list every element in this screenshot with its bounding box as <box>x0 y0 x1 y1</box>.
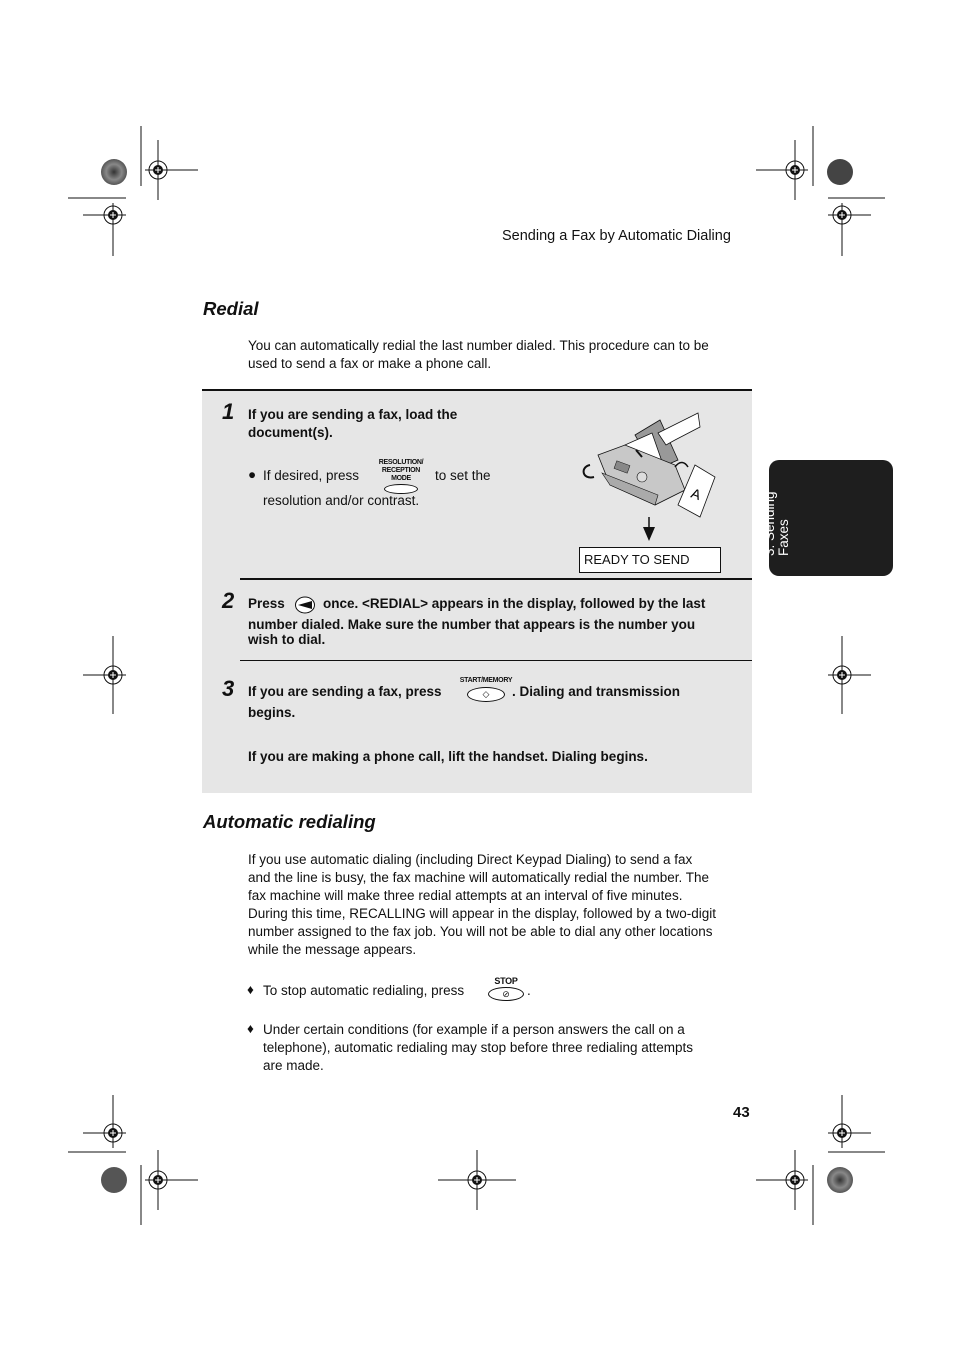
stop-button: STOP ⊘ <box>486 976 526 1001</box>
paragraph-line: while the message appears. <box>248 942 417 957</box>
lcd-display: READY TO SEND <box>579 547 721 573</box>
button-label: START/MEMORY <box>459 677 513 684</box>
paragraph-line: If you use automatic dialing (including … <box>248 852 693 867</box>
running-header: Sending a Fax by Automatic Dialing <box>502 228 731 244</box>
steps-top-rule <box>202 389 752 391</box>
stop-bullet-period: . <box>527 983 531 998</box>
step-line: If you are sending a fax, load the <box>248 407 458 422</box>
bullet-line: Under certain conditions (for example if… <box>263 1022 685 1037</box>
diamond-bullet-icon: ♦ <box>247 982 254 997</box>
redial-button-icon <box>295 596 315 614</box>
step-1-bullet-pre: If desired, press <box>263 468 360 483</box>
step-number: 2 <box>222 588 235 613</box>
redial-intro-line: used to send a fax or make a phone call. <box>248 356 492 371</box>
chapter-tab: 3. Sending Faxes <box>762 460 893 576</box>
step-3-line2: begins. <box>248 705 296 720</box>
conditions-bullet-text: Under certain conditions (for example if… <box>263 1021 693 1075</box>
start-memory-button: START/MEMORY ◇ <box>458 677 514 702</box>
bullet-line: are made. <box>263 1058 324 1073</box>
step-1-bullet-line2: resolution and/or contrast. <box>263 493 420 508</box>
step-2-pre: Press <box>248 596 285 611</box>
button-label: RESOLUTION/ <box>378 459 424 466</box>
start-button-icon: ◇ <box>467 687 505 702</box>
button-label: STOP <box>494 976 518 986</box>
bullet-dot: ● <box>248 467 257 482</box>
step-divider <box>240 578 752 580</box>
step-1-instruction: If you are sending a fax, load the docum… <box>248 406 457 442</box>
paragraph-line: number assigned to the fax job. You will… <box>248 924 713 939</box>
redial-intro-line: You can automatically redial the last nu… <box>248 338 709 353</box>
down-arrow-icon <box>643 517 655 541</box>
step-3-pre: If you are sending a fax, press <box>248 684 442 699</box>
paragraph-line: and the line is busy, the fax machine wi… <box>248 870 709 885</box>
step-2-post: once. <REDIAL> appears in the display, f… <box>323 596 706 611</box>
step-divider <box>240 660 752 661</box>
step-2-instruction: number dialed. Make sure the number that… <box>248 616 695 649</box>
button-label: RECEPTION MODE <box>381 467 421 482</box>
stop-button-icon: ⊘ <box>488 987 524 1001</box>
paragraph-line: During this time, RECALLING will appear … <box>248 906 716 921</box>
chapter-tab-line: Faxes <box>776 519 791 556</box>
step-3-line3: If you are making a phone call, lift the… <box>248 749 648 764</box>
auto-redial-paragraph: If you use automatic dialing (including … <box>248 851 716 959</box>
step-number: 3 <box>222 676 235 701</box>
chapter-tab-label: 3. Sending Faxes <box>762 466 791 556</box>
diamond-bullet-icon: ♦ <box>247 1021 254 1036</box>
paragraph-line: fax machine will make three redial attem… <box>248 888 683 903</box>
step-line: document(s). <box>248 425 333 440</box>
step-number: 1 <box>222 399 235 424</box>
page-number: 43 <box>733 1104 750 1121</box>
stop-bullet-text: To stop automatic redialing, press <box>263 983 465 998</box>
chapter-tab-line: 3. Sending <box>762 491 777 556</box>
redial-intro: You can automatically redial the last nu… <box>248 337 709 373</box>
resolution-button: RESOLUTION/ RECEPTION MODE <box>372 459 430 494</box>
step-3-post: . Dialing and transmission <box>512 684 681 699</box>
section-title-redial: Redial <box>203 298 259 319</box>
step-1-bullet-post: to set the <box>435 468 491 483</box>
section-title-automatic-redialing: Automatic redialing <box>203 811 376 832</box>
bullet-line: telephone), automatic redialing may stop… <box>263 1040 693 1055</box>
